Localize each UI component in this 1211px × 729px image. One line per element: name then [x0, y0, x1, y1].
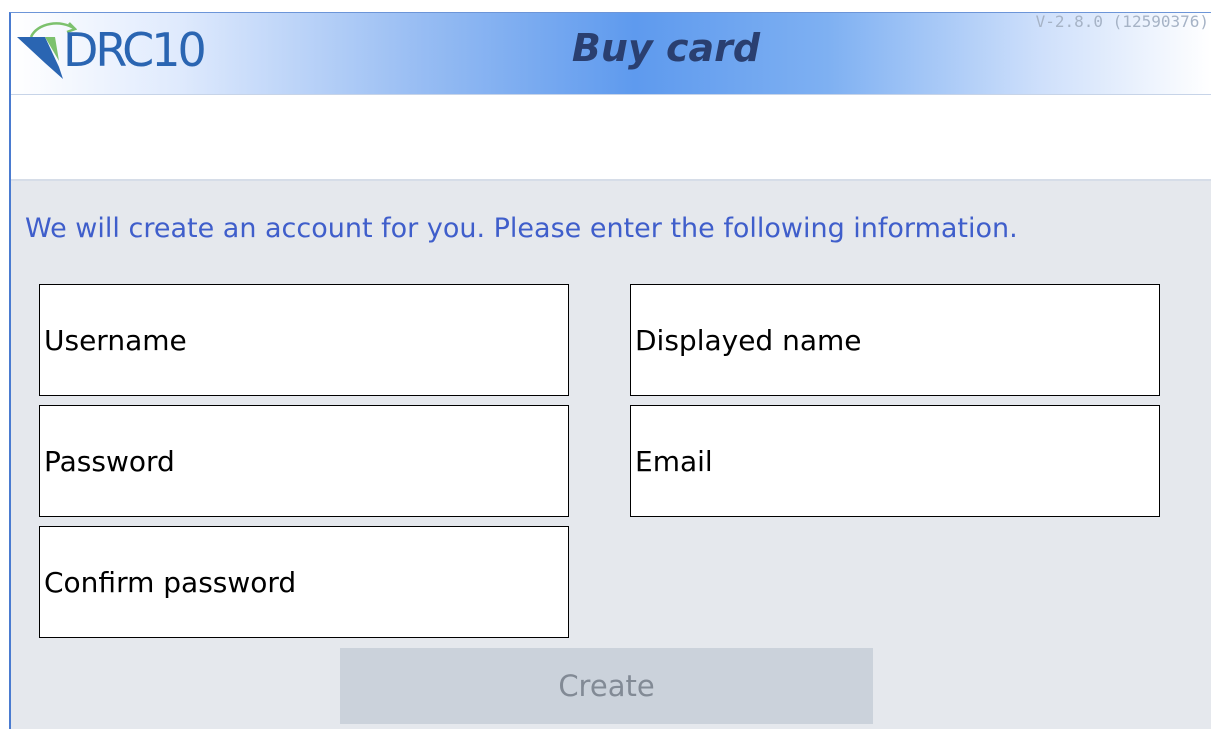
account-form: We will create an account for you. Pleas… — [11, 181, 1211, 729]
password-field — [39, 405, 569, 517]
header-spacer — [11, 95, 1211, 181]
app-screen: DRC10 Buy card V-2.8.0 (12590376) We wil… — [9, 12, 1211, 729]
email-input[interactable] — [631, 406, 1159, 516]
displayed-name-input[interactable] — [631, 285, 1159, 395]
confirm-password-field — [39, 526, 569, 638]
intro-text: We will create an account for you. Pleas… — [25, 213, 1018, 244]
header-bar: DRC10 Buy card V-2.8.0 (12590376) — [11, 13, 1211, 95]
create-button[interactable]: Create — [340, 648, 873, 724]
version-label: V-2.8.0 (12590376) — [1035, 12, 1209, 31]
page-title: Buy card — [571, 26, 761, 70]
confirm-password-input[interactable] — [40, 527, 568, 637]
password-input[interactable] — [40, 406, 568, 516]
displayed-name-field — [630, 284, 1160, 396]
username-field — [39, 284, 569, 396]
username-input[interactable] — [40, 285, 568, 395]
email-field — [630, 405, 1160, 517]
